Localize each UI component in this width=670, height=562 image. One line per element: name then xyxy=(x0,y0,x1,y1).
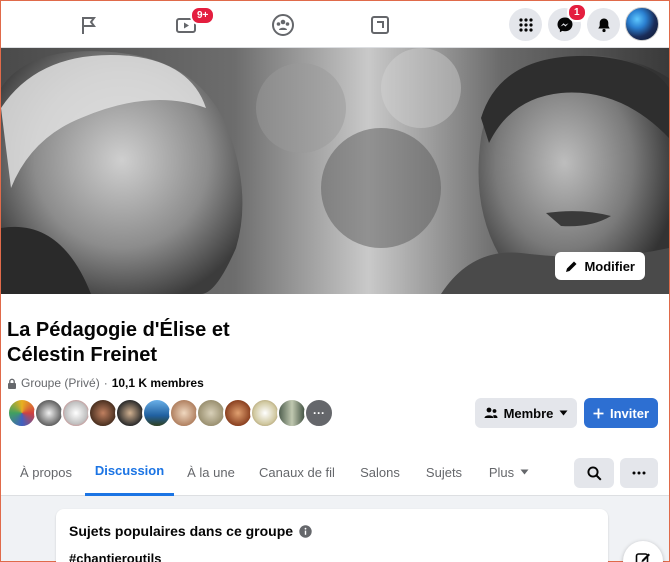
member-status-label: Membre xyxy=(503,405,554,421)
tab-channels[interactable]: Canaux de fil xyxy=(249,448,345,496)
messenger-notification-badge: 1 xyxy=(567,3,587,22)
group-header: La Pédagogie d'Élise et Célestin Freinet… xyxy=(1,294,669,496)
member-avatar[interactable] xyxy=(142,398,172,428)
group-title: La Pédagogie d'Élise et Célestin Freinet xyxy=(7,319,230,366)
top-navigation-bar: 9+ 1 xyxy=(1,1,669,48)
new-post-button[interactable] xyxy=(623,541,663,562)
member-avatar[interactable] xyxy=(169,398,199,428)
search-group-button[interactable] xyxy=(574,458,614,488)
caret-down-icon xyxy=(559,410,568,416)
pages-flag-icon[interactable] xyxy=(59,1,119,48)
tab-topics[interactable]: Sujets xyxy=(415,448,473,496)
video-notification-badge: 9+ xyxy=(190,6,216,25)
tab-about[interactable]: À propos xyxy=(9,448,83,496)
edit-cover-label: Modifier xyxy=(584,258,635,274)
member-avatar[interactable] xyxy=(196,398,226,428)
people-icon xyxy=(484,407,498,418)
member-avatar[interactable] xyxy=(250,398,280,428)
groups-icon[interactable] xyxy=(253,1,313,48)
info-icon[interactable] xyxy=(299,524,312,538)
tab-rooms[interactable]: Salons xyxy=(351,448,409,496)
plus-icon xyxy=(593,408,604,418)
notifications-bell-icon[interactable] xyxy=(587,8,620,41)
member-status-button[interactable]: Membre xyxy=(475,398,577,428)
gaming-icon[interactable] xyxy=(350,1,410,48)
group-cover-photo: Modifier xyxy=(1,48,669,294)
member-avatar[interactable] xyxy=(223,398,253,428)
member-avatar[interactable] xyxy=(34,398,64,428)
privacy-label[interactable]: Groupe (Privé) xyxy=(21,376,100,390)
search-icon xyxy=(586,465,602,481)
member-count[interactable]: 10,1 K membres xyxy=(112,376,204,390)
invite-label: Inviter xyxy=(609,405,649,421)
member-avatar[interactable] xyxy=(277,398,307,428)
more-options-button[interactable] xyxy=(620,458,658,488)
tab-more-label: Plus xyxy=(488,464,515,480)
popular-topics-title: Sujets populaires dans ce groupe xyxy=(69,523,312,539)
group-meta: Groupe (Privé) · 10,1 K membres xyxy=(7,376,204,390)
member-avatar[interactable] xyxy=(61,398,91,428)
compose-icon xyxy=(635,553,650,562)
member-avatar[interactable] xyxy=(88,398,118,428)
topic-hashtag[interactable]: #chantieroutils xyxy=(69,551,161,562)
meta-separator: · xyxy=(103,376,108,390)
caret-down-icon xyxy=(520,469,529,475)
lock-icon xyxy=(8,378,16,389)
more-members-button[interactable]: ··· xyxy=(304,398,334,428)
tab-discussion[interactable]: Discussion xyxy=(85,448,174,496)
menu-grid-icon[interactable] xyxy=(509,8,542,41)
invite-button[interactable]: Inviter xyxy=(584,398,658,428)
edit-cover-button[interactable]: Modifier xyxy=(555,252,645,280)
tab-more[interactable]: Plus xyxy=(479,448,539,496)
member-avatar[interactable] xyxy=(7,398,37,428)
popular-topics-card: Sujets populaires dans ce groupe #chanti… xyxy=(56,509,608,562)
member-avatar[interactable] xyxy=(115,398,145,428)
group-tabs: À propos Discussion À la une Canaux de f… xyxy=(1,448,669,496)
tab-featured[interactable]: À la une xyxy=(177,448,245,496)
pencil-icon xyxy=(566,261,577,272)
account-avatar[interactable] xyxy=(625,7,659,41)
popular-topics-heading: Sujets populaires dans ce groupe xyxy=(69,523,294,539)
ellipsis-icon xyxy=(632,471,646,475)
